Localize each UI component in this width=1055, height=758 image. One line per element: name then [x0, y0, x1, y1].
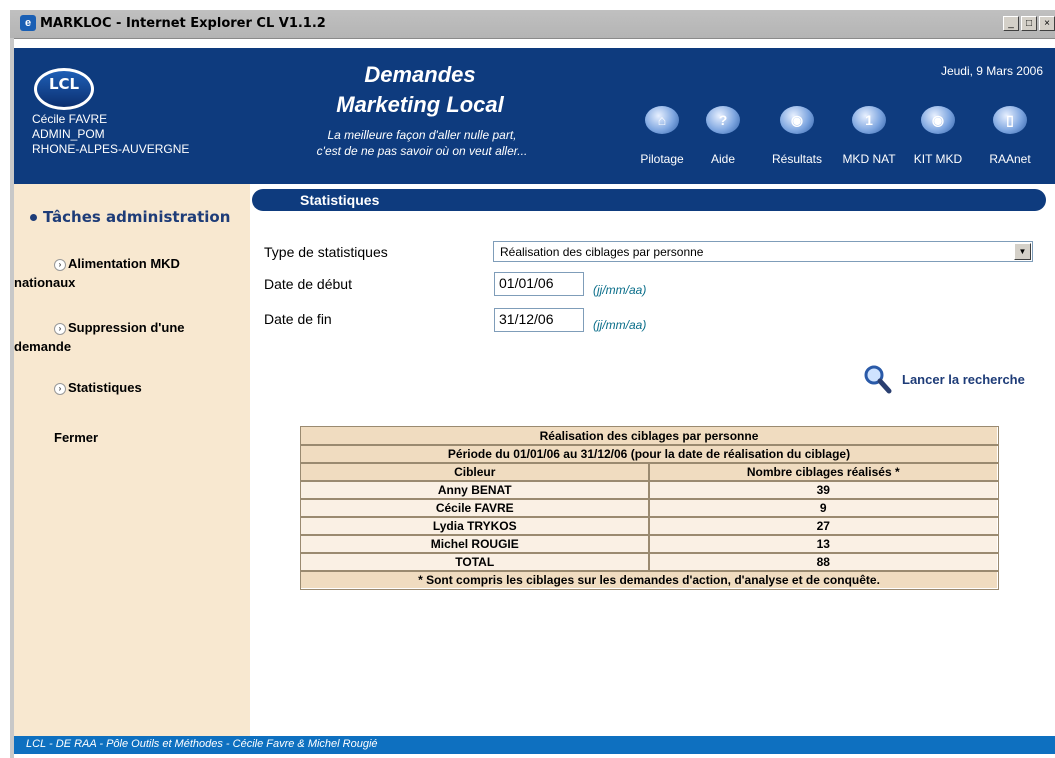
sidebar-item-statistiques[interactable]: › Statistiques: [14, 378, 244, 397]
table-row: Michel ROUGIE 13: [299, 533, 999, 554]
table-row-total: TOTAL 88: [299, 551, 999, 572]
arrow-bullet-icon: ›: [54, 382, 66, 395]
maximize-button[interactable]: □: [1021, 16, 1037, 31]
results-title: Réalisation des ciblages par personne: [299, 425, 999, 446]
section-title-bar: Statistiques: [252, 189, 1046, 211]
arrow-bullet-icon: ›: [54, 322, 66, 335]
table-cell-name: Anny BENAT: [299, 479, 650, 500]
internet-explorer-icon: e: [20, 15, 36, 31]
table-row: Lydia TRYKOS 27: [299, 515, 999, 536]
end-date-hint: (jj/mm/aa): [593, 318, 647, 332]
minimize-button[interactable]: _: [1003, 16, 1019, 31]
close-button[interactable]: ×: [1039, 16, 1055, 31]
nav-kit-mkd[interactable]: ◉ KIT MKD: [908, 106, 968, 166]
results-footnote: * Sont compris les ciblages sur les dema…: [299, 569, 999, 590]
section-title: Statistiques: [300, 192, 380, 208]
sidebar-item-suppression[interactable]: › Suppression d'une demande: [14, 318, 244, 356]
door-icon: ▯: [993, 106, 1027, 134]
column-header-cibleur: Cibleur: [299, 461, 650, 482]
footer-text: LCL - DE RAA - Pôle Outils et Méthodes -…: [26, 738, 378, 750]
footer-bar: LCL - DE RAA - Pôle Outils et Méthodes -…: [14, 736, 1055, 754]
help-icon: ?: [706, 106, 740, 134]
sidebar: Tâches administration › Alimentation MKD …: [14, 184, 250, 736]
nav-mkd-nat[interactable]: 1 MKD NAT: [836, 106, 902, 166]
table-cell-count: 88: [648, 551, 999, 572]
sidebar-item-alimentation[interactable]: › Alimentation MKD nationaux: [14, 254, 244, 292]
header-banner: LCL Cécile FAVRE ADMIN_POM RHONE-ALPES-A…: [14, 48, 1055, 184]
end-date-field[interactable]: 31/12/06: [494, 308, 584, 332]
window-title-bar: e MARKLOC - Internet Explorer CL V1.1.2 …: [10, 10, 1055, 39]
start-date-label: Date de début: [264, 276, 352, 292]
tagline-line1: La meilleure façon d'aller nulle part,: [327, 128, 517, 142]
table-cell-name: TOTAL: [299, 551, 650, 572]
magnifier-icon: [864, 365, 892, 394]
user-name: Cécile FAVRE: [32, 112, 108, 126]
results-period: Période du 01/01/06 au 31/12/06 (pour la…: [299, 443, 999, 464]
table-cell-count: 13: [648, 533, 999, 554]
current-date: Jeudi, 9 Mars 2006: [940, 64, 1043, 78]
table-cell-name: Lydia TRYKOS: [299, 515, 650, 536]
nav-resultats[interactable]: ◉ Résultats: [764, 106, 830, 166]
chevron-down-icon[interactable]: ▼: [1014, 243, 1031, 260]
sidebar-item-fermer[interactable]: Fermer: [54, 428, 98, 447]
lcl-logo: LCL: [34, 68, 94, 110]
table-cell-name: Michel ROUGIE: [299, 533, 650, 554]
document-icon: 1: [852, 106, 886, 134]
app-title-line1: Demandes: [364, 62, 476, 87]
app-title-line2: Marketing Local: [336, 92, 504, 117]
eye-icon: ◉: [921, 106, 955, 134]
user-role: ADMIN_POM: [32, 127, 105, 141]
statistics-type-select[interactable]: Réalisation des ciblages par personne ▼: [493, 241, 1033, 262]
table-row: Cécile FAVRE 9: [299, 497, 999, 518]
house-icon: ⌂: [645, 106, 679, 134]
table-cell-count: 39: [648, 479, 999, 500]
nav-aide[interactable]: ? Aide: [700, 106, 746, 166]
start-date-hint: (jj/mm/aa): [593, 283, 647, 297]
nav-pilotage[interactable]: ⌂ Pilotage: [632, 106, 692, 166]
start-date-field[interactable]: 01/01/06: [494, 272, 584, 296]
end-date-label: Date de fin: [264, 311, 332, 327]
eye-icon: ◉: [780, 106, 814, 134]
type-label: Type de statistiques: [264, 244, 388, 260]
table-cell-count: 9: [648, 497, 999, 518]
results-table: Réalisation des ciblages par personne Pé…: [299, 425, 999, 590]
column-header-nombre: Nombre ciblages réalisés *: [648, 461, 999, 482]
nav-raanet[interactable]: ▯ RAAnet: [980, 106, 1040, 166]
tagline-line2: c'est de ne pas savoir où on veut aller.…: [316, 144, 528, 158]
table-row: Anny BENAT 39: [299, 479, 999, 500]
arrow-bullet-icon: ›: [54, 258, 66, 271]
table-cell-count: 27: [648, 515, 999, 536]
table-cell-name: Cécile FAVRE: [299, 497, 650, 518]
window-title: MARKLOC - Internet Explorer CL V1.1.2: [40, 16, 326, 31]
bullet-icon: [30, 214, 37, 221]
sidebar-heading: Tâches administration: [30, 208, 230, 226]
user-region: RHONE-ALPES-AUVERGNE: [32, 142, 190, 156]
